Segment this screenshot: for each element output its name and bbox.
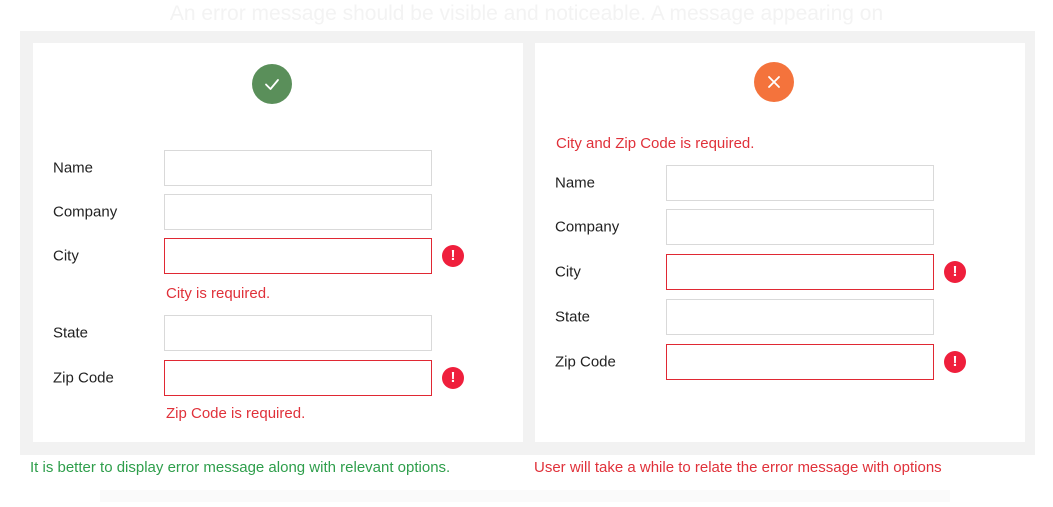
good-example-panel: Name Company City ! City is required. St…	[33, 43, 523, 442]
form-row-state: State	[33, 315, 523, 351]
good-example-caption: It is better to display error message al…	[30, 459, 451, 476]
checkmark-icon	[252, 64, 292, 104]
field-label: Company	[555, 218, 620, 236]
name-input[interactable]	[666, 165, 934, 201]
bad-example-panel: City and Zip Code is required. Name Comp…	[535, 43, 1025, 442]
form-row-state: State	[535, 299, 1025, 335]
field-label: Company	[53, 203, 118, 221]
zip-code-input[interactable]	[666, 344, 934, 380]
form-row-zip-code: Zip Code !	[535, 344, 1025, 380]
faded-text-line	[100, 490, 950, 502]
comparison-frame: Name Company City ! City is required. St…	[20, 31, 1035, 455]
form-row-city: City !	[33, 238, 523, 274]
field-label: City	[555, 263, 581, 281]
field-label: Name	[53, 159, 94, 177]
field-label: City	[53, 247, 79, 265]
exclamation-icon: !	[944, 351, 966, 373]
close-icon	[754, 62, 794, 102]
name-input[interactable]	[164, 150, 432, 186]
form-row-name: Name	[33, 150, 523, 186]
form-row-company: Company	[33, 194, 523, 230]
city-input[interactable]	[666, 254, 934, 290]
state-input[interactable]	[666, 299, 934, 335]
exclamation-icon: !	[442, 245, 464, 267]
exclamation-icon: !	[442, 367, 464, 389]
exclamation-icon: !	[944, 261, 966, 283]
zip-code-error-message: Zip Code is required.	[166, 405, 306, 422]
field-label: Name	[555, 174, 596, 192]
form-row-name: Name	[535, 165, 1025, 201]
zip-code-input[interactable]	[164, 360, 432, 396]
intro-text: An error message should be visible and n…	[169, 2, 884, 25]
field-label: State	[53, 324, 89, 342]
form-row-company: Company	[535, 209, 1025, 245]
city-error-message: City is required.	[166, 285, 271, 302]
company-input[interactable]	[666, 209, 934, 245]
state-input[interactable]	[164, 315, 432, 351]
city-input[interactable]	[164, 238, 432, 274]
field-label: State	[555, 308, 591, 326]
field-label: Zip Code	[53, 369, 114, 387]
bad-example-caption: User will take a while to relate the err…	[534, 459, 942, 476]
field-label: Zip Code	[555, 353, 616, 371]
summary-error-message: City and Zip Code is required.	[556, 135, 755, 152]
form-row-zip-code: Zip Code !	[33, 360, 523, 396]
company-input[interactable]	[164, 194, 432, 230]
form-row-city: City !	[535, 254, 1025, 290]
